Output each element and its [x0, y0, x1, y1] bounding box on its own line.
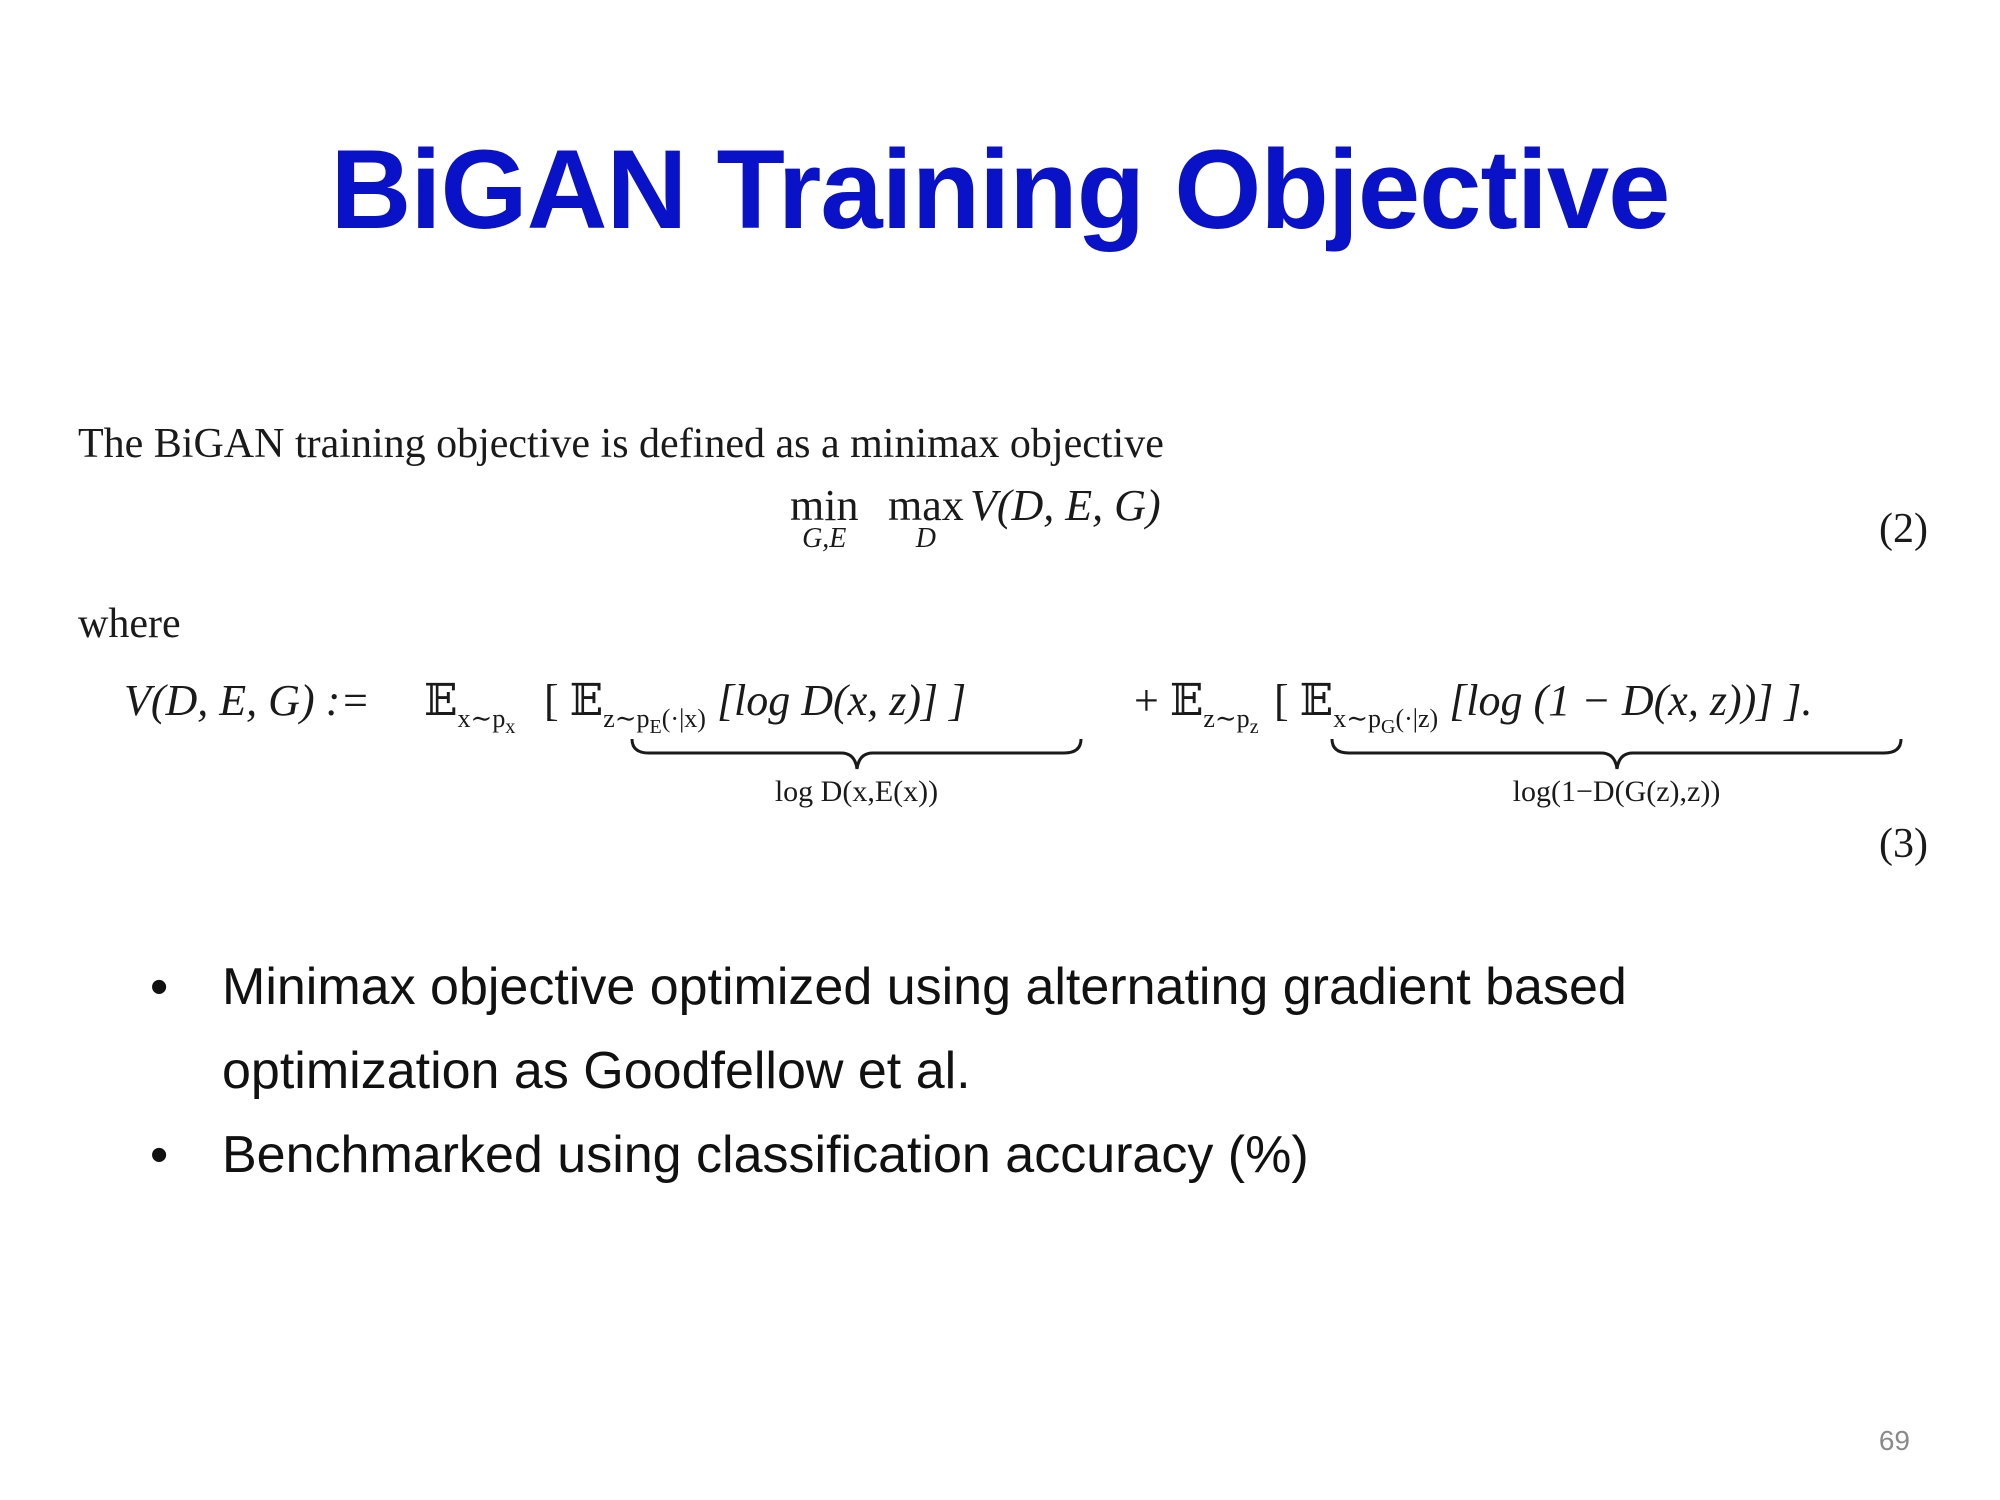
- underbrace-label-2: log(1−D(G(z),z)): [1512, 775, 1721, 808]
- bullet-dot: •: [150, 1126, 169, 1184]
- bullet-item: • Minimax objective optimized using alte…: [150, 945, 1850, 1113]
- excerpt-intro: The BiGAN training objective is defined …: [78, 421, 1164, 467]
- eq3-inner-term-2: [ 𝔼x∼pG(·|z) [log (1 − D(x, z))] ].: [1274, 676, 1813, 738]
- eq3-expectation-z: + 𝔼z∼pz: [1134, 676, 1259, 738]
- value-function: V(D, E, G): [970, 481, 1161, 530]
- bullet-item: • Benchmarked using classification accur…: [150, 1113, 1850, 1197]
- slide-title: BiGAN Training Objective: [330, 127, 1671, 252]
- underbrace-label-1: log D(x,E(x)): [774, 775, 939, 808]
- max-operator: max D: [888, 481, 964, 554]
- bullet-text: Minimax objective optimized using altern…: [222, 958, 1627, 1016]
- eq3-lhs: V(D, E, G) :=: [124, 676, 370, 725]
- min-operator: min G,E: [790, 481, 859, 554]
- slide: BiGAN Training Objective The BiGAN train…: [0, 0, 2000, 1500]
- underbrace-1: [630, 738, 1083, 770]
- bullet-list: • Minimax objective optimized using alte…: [150, 945, 1850, 1197]
- eq3-expectation-x: 𝔼x∼px: [424, 676, 516, 738]
- eq3-inner-term-1: [ 𝔼z∼pE(·|x) [log D(x, z)] ]: [544, 676, 967, 738]
- paper-excerpt: The BiGAN training objective is defined …: [78, 420, 1928, 880]
- equation-3: V(D, E, G) := 𝔼x∼px [ 𝔼z∼pE(·|x) [log D(…: [124, 675, 1944, 835]
- equation-number-2: (2): [1879, 506, 1928, 552]
- bullet-text-continued: optimization as Goodfellow et al.: [222, 1042, 971, 1100]
- underbrace-2: [1330, 738, 1903, 770]
- bullet-dot: •: [150, 958, 169, 1016]
- equation-number-3: (3): [1879, 821, 1928, 867]
- bullet-text: Benchmarked using classification accurac…: [222, 1126, 1309, 1184]
- where-label: where: [78, 601, 181, 647]
- page-number: 69: [1878, 1425, 1910, 1456]
